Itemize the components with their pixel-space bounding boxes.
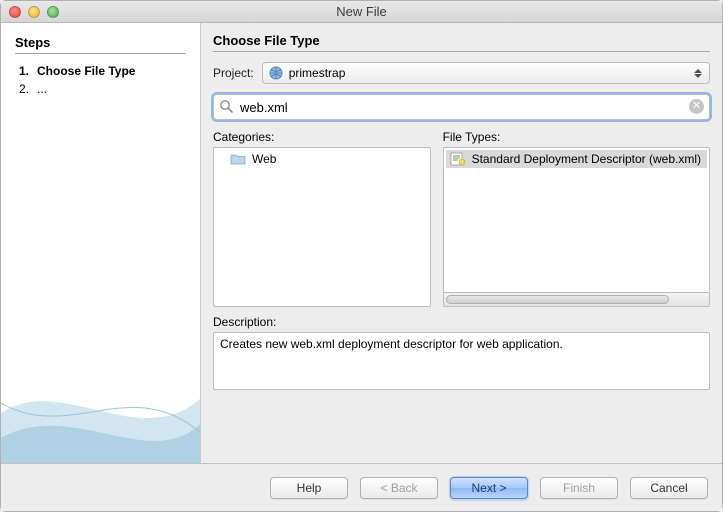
- next-button[interactable]: Next >: [450, 477, 528, 499]
- category-item-web[interactable]: Web: [216, 150, 428, 168]
- steps-list: 1. Choose File Type 2. ...: [15, 62, 186, 98]
- steps-heading: Steps: [15, 35, 186, 54]
- finish-button[interactable]: Finish: [540, 477, 618, 499]
- step-item-choose-file-type: 1. Choose File Type: [15, 62, 186, 80]
- categories-label: Categories:: [213, 130, 431, 144]
- category-filetype-lists: Categories: Web File Types:: [213, 130, 710, 307]
- dialog-content: Steps 1. Choose File Type 2. ... Choose …: [1, 23, 722, 463]
- xml-file-icon: [450, 152, 466, 166]
- filetype-item-web-xml[interactable]: Standard Deployment Descriptor (web.xml): [446, 150, 707, 168]
- cancel-button[interactable]: Cancel: [630, 477, 708, 499]
- search-icon: [219, 99, 234, 117]
- globe-icon: [269, 66, 283, 80]
- wizard-sidebar: Steps 1. Choose File Type 2. ...: [1, 23, 201, 463]
- step-item-pending: 2. ...: [15, 80, 186, 98]
- description-label: Description:: [213, 315, 710, 329]
- search-input[interactable]: [213, 94, 710, 120]
- filter-search: ✕: [213, 94, 710, 120]
- folder-icon: [230, 152, 246, 166]
- category-label: Web: [252, 152, 276, 166]
- project-row: Project: primestrap: [213, 62, 710, 84]
- project-label: Project:: [213, 66, 254, 80]
- step-label: ...: [37, 82, 47, 96]
- window-titlebar: New File: [1, 1, 722, 23]
- decorative-swoosh: [1, 343, 201, 463]
- filetype-label: Standard Deployment Descriptor (web.xml): [472, 152, 701, 166]
- wizard-button-bar: Help < Back Next > Finish Cancel: [1, 463, 722, 511]
- panel-heading: Choose File Type: [213, 33, 710, 52]
- help-button[interactable]: Help: [270, 477, 348, 499]
- scrollbar-thumb[interactable]: [446, 295, 669, 304]
- horizontal-scrollbar[interactable]: [443, 293, 710, 307]
- project-select[interactable]: primestrap: [262, 62, 710, 84]
- categories-column: Categories: Web: [213, 130, 431, 307]
- window-title: New File: [1, 4, 722, 19]
- step-number: 1.: [15, 64, 29, 78]
- description-text: Creates new web.xml deployment descripto…: [213, 332, 710, 390]
- step-number: 2.: [15, 82, 29, 96]
- step-label: Choose File Type: [37, 64, 135, 78]
- filetypes-list[interactable]: Standard Deployment Descriptor (web.xml): [443, 147, 710, 293]
- wizard-main-panel: Choose File Type Project: primestrap: [201, 23, 722, 463]
- filetypes-column: File Types: Standard Deployment Descript…: [443, 130, 710, 307]
- project-value: primestrap: [289, 66, 346, 80]
- filetypes-label: File Types:: [443, 130, 710, 144]
- clear-search-icon[interactable]: ✕: [689, 99, 704, 114]
- back-button[interactable]: < Back: [360, 477, 438, 499]
- categories-list[interactable]: Web: [213, 147, 431, 307]
- select-stepper-icon: [691, 66, 705, 80]
